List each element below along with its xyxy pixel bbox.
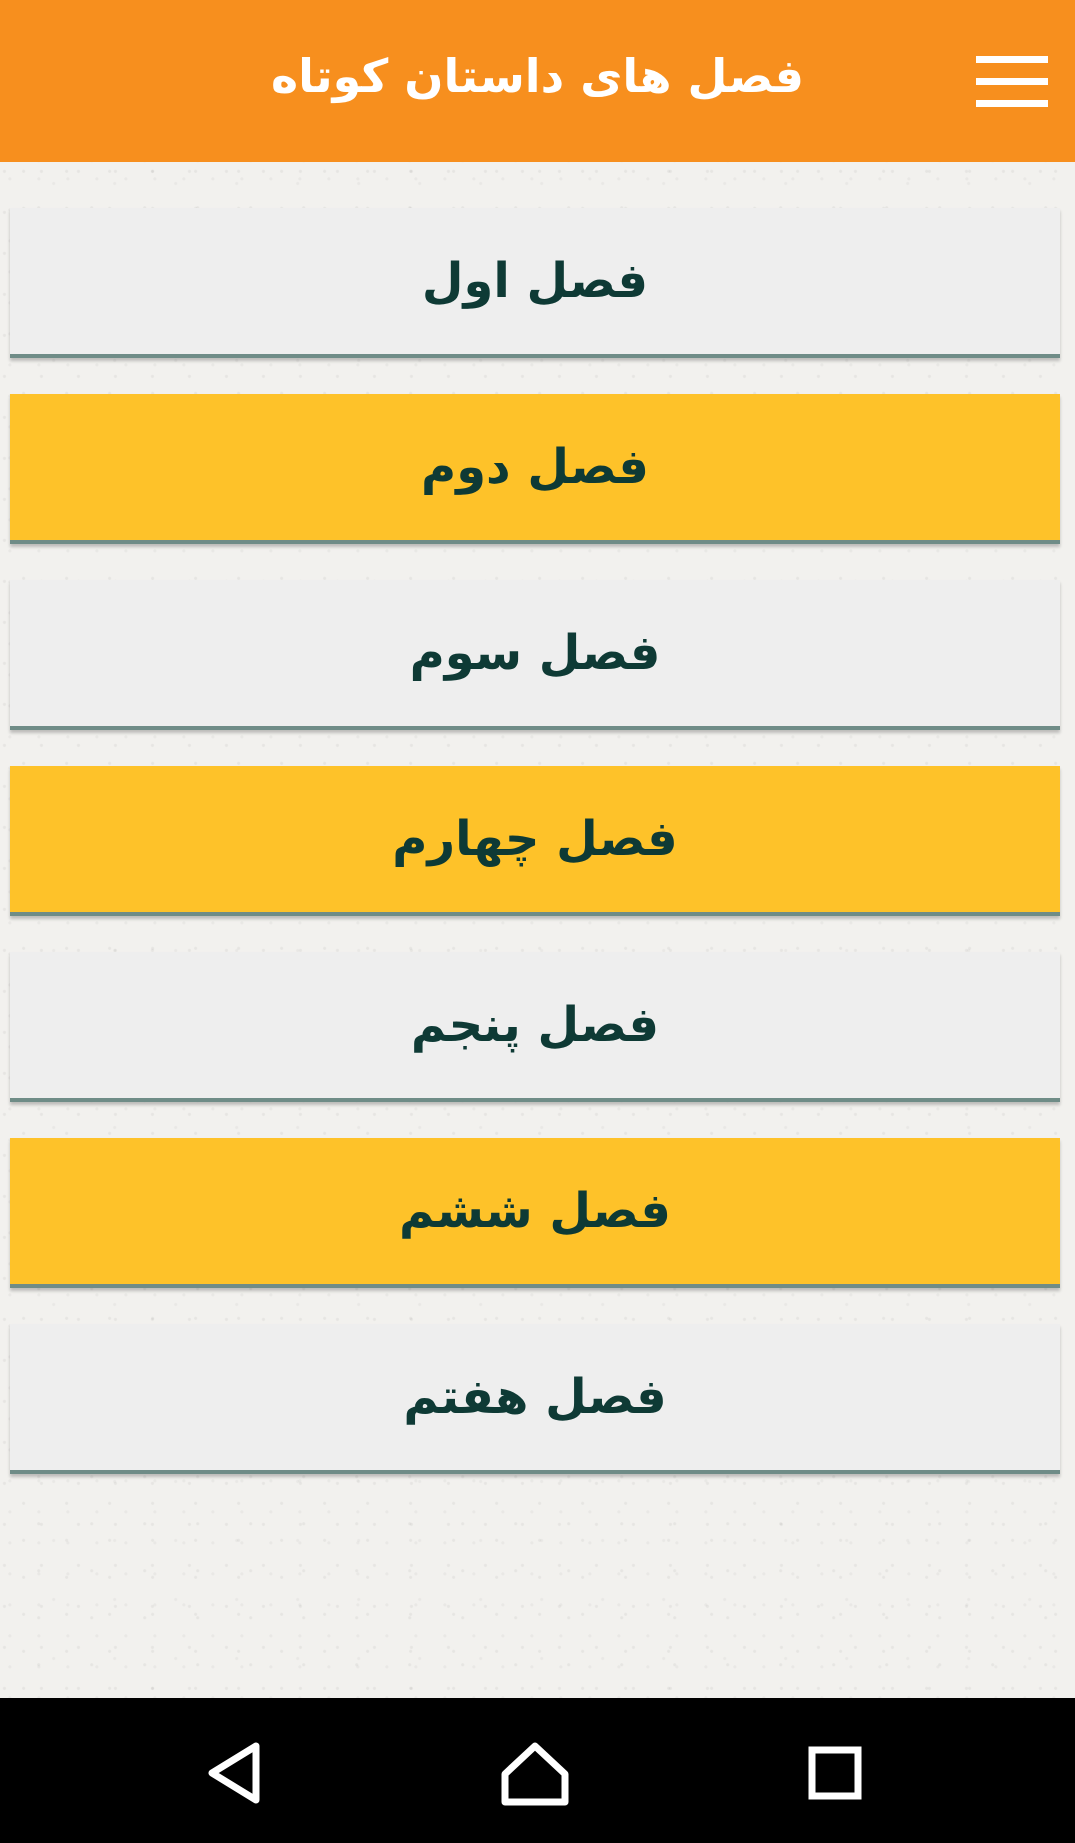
chapter-label: فصل اول bbox=[421, 253, 649, 309]
chapter-label: فصل ششم bbox=[399, 1183, 671, 1239]
chapter-button-1[interactable]: فصل اول bbox=[10, 208, 1060, 358]
chapter-list: فصل اول فصل دوم فصل سوم فصل چهارم فصل پن… bbox=[10, 208, 1060, 1510]
page-title: فصل های داستان کوتاه bbox=[270, 49, 805, 103]
chapter-button-5[interactable]: فصل پنجم bbox=[10, 952, 1060, 1102]
chapter-button-7[interactable]: فصل هفتم bbox=[10, 1324, 1060, 1474]
chapter-label: فصل سوم bbox=[409, 625, 661, 681]
home-icon bbox=[501, 1742, 569, 1806]
recents-square-icon bbox=[808, 1746, 862, 1800]
back-button[interactable] bbox=[190, 1728, 280, 1818]
menu-button[interactable] bbox=[968, 48, 1048, 108]
chapter-label: فصل دوم bbox=[421, 439, 649, 495]
home-button[interactable] bbox=[490, 1728, 580, 1818]
system-nav-bar bbox=[0, 1698, 1075, 1843]
hamburger-menu-icon bbox=[976, 56, 1048, 108]
recents-button[interactable] bbox=[790, 1728, 880, 1818]
chapter-button-3[interactable]: فصل سوم bbox=[10, 580, 1060, 730]
chapter-label: فصل هفتم bbox=[403, 1369, 667, 1425]
app-bar: فصل های داستان کوتاه bbox=[0, 0, 1075, 162]
chapter-label: فصل چهارم bbox=[392, 811, 678, 867]
chapter-button-4[interactable]: فصل چهارم bbox=[10, 766, 1060, 916]
chapter-button-2[interactable]: فصل دوم bbox=[10, 394, 1060, 544]
back-triangle-icon bbox=[208, 1742, 260, 1804]
chapter-button-6[interactable]: فصل ششم bbox=[10, 1138, 1060, 1288]
chapter-label: فصل پنجم bbox=[410, 997, 660, 1053]
